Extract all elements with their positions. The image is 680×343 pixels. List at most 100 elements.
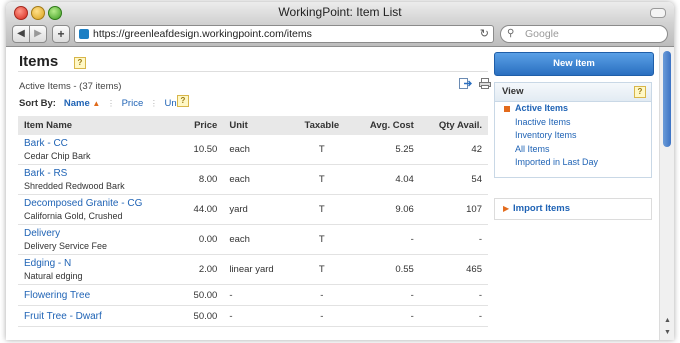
item-name-link[interactable]: Bark - CC [24,138,173,149]
item-taxable: - [292,305,351,327]
item-price: 44.00 [179,194,224,225]
item-name-link[interactable]: Delivery [24,228,173,239]
search-icon: ⚲ [507,28,515,39]
export-icon[interactable] [459,78,472,89]
sort-by-label: Sort By: [19,98,56,109]
expand-arrow-icon: ▶ [503,204,510,213]
item-qty-avail: - [419,305,488,327]
table-row: Bark - RS Shredded Redwood Bark 8.00 each… [18,164,488,195]
item-name-link[interactable]: Fruit Tree - Dwarf [24,311,173,322]
item-taxable: T [292,194,351,225]
address-bar[interactable]: https://greenleafdesign.workingpoint.com… [74,25,494,43]
view-inventory-items[interactable]: Inventory Items [495,129,651,143]
item-count-label: Active Items - (37 items) [19,81,122,92]
browser-toolbar: ◀ ▶ + https://greenleafdesign.workingpoi… [6,22,674,47]
item-qty-avail: 107 [419,194,488,225]
column-header-price[interactable]: Price [179,116,224,135]
column-header-taxable[interactable]: Taxable [292,116,351,135]
close-window-button[interactable] [14,6,28,20]
column-header-unit[interactable]: Unit [223,116,293,135]
item-description: Delivery Service Fee [24,241,108,251]
page-title: Items [19,53,59,70]
item-name-link[interactable]: Flowering Tree [24,290,173,301]
view-panel-header: View ? [495,83,651,102]
view-imported-last-day[interactable]: Imported in Last Day [495,156,651,170]
item-avg-cost: - [350,224,420,255]
item-description: California Gold, Crushed [24,211,123,221]
item-qty-avail: 54 [419,164,488,195]
item-unit: linear yard [223,254,293,285]
forward-arrow-icon: ▶ [34,28,42,39]
item-description: Shredded Redwood Bark [24,181,125,191]
item-description: Natural edging [24,271,83,281]
help-icon[interactable]: ? [74,57,86,69]
item-taxable: T [292,224,351,255]
forward-button[interactable]: ▶ [29,25,47,43]
item-avg-cost: - [350,305,420,327]
table-row: Decomposed Granite - CG California Gold, … [18,194,488,225]
add-bookmark-button[interactable]: + [52,25,70,43]
item-price: 10.50 [179,135,224,165]
view-inactive-items[interactable]: Inactive Items [495,116,651,130]
sort-by-bar: Sort By: Name ▲ ⋮ Price ⋮ Unit [19,98,181,109]
search-field[interactable]: ⚲ Google [500,25,668,43]
item-avg-cost: 4.04 [350,164,420,195]
item-avg-cost: 5.25 [350,135,420,165]
table-row: Bark - CC Cedar Chip Bark 10.50 each T 5.… [18,135,488,165]
item-unit: - [223,284,293,306]
new-item-button[interactable]: New Item [494,52,654,76]
reload-icon[interactable]: ↻ [480,26,489,42]
item-qty-avail: - [419,284,488,306]
back-arrow-icon: ◀ [17,28,25,39]
column-header-item-name[interactable]: Item Name [18,116,180,135]
import-items-link[interactable]: Import Items [513,199,570,219]
item-unit: each [223,224,293,255]
item-price: 50.00 [179,305,224,327]
sort-separator: ⋮ [106,99,115,108]
item-price: 2.00 [179,254,224,285]
plus-icon: + [57,27,65,41]
item-price: 0.00 [179,224,224,255]
item-taxable: T [292,254,351,285]
column-header-avg-cost[interactable]: Avg. Cost [350,116,420,135]
sort-name-link[interactable]: Name [64,98,90,109]
view-help-icon[interactable]: ? [634,86,646,98]
scroll-down-icon[interactable]: ▼ [664,329,671,336]
minimize-window-button[interactable] [31,6,45,20]
import-items-panel[interactable]: ▶ Import Items [494,198,652,220]
item-qty-avail: 465 [419,254,488,285]
item-qty-avail: - [419,224,488,255]
zoom-window-button[interactable] [48,6,62,20]
item-unit: yard [223,194,293,225]
item-avg-cost: - [350,284,420,306]
item-name-link[interactable]: Bark - RS [24,168,173,179]
sort-help-icon[interactable]: ? [177,95,189,107]
view-panel: View ? Active Items Inactive Items Inven… [494,82,652,178]
item-name-link[interactable]: Edging - N [24,258,173,269]
table-row: Fruit Tree - Dwarf 50.00 - - - - [18,305,488,327]
title-divider [18,71,488,72]
item-unit: each [223,135,293,165]
back-button[interactable]: ◀ [12,25,30,43]
item-name-link[interactable]: Decomposed Granite - CG [24,198,173,209]
view-item-label: Active Items [515,103,569,113]
column-header-qty-avail[interactable]: Qty Avail. [419,116,488,135]
sort-separator: ⋮ [149,99,158,108]
view-panel-title: View [502,86,524,97]
view-all-items[interactable]: All Items [495,143,651,157]
toolbar-toggle-button[interactable] [650,8,666,18]
item-unit: - [223,305,293,327]
sort-price-link[interactable]: Price [122,98,144,109]
print-icon[interactable] [479,78,491,89]
table-row: Flowering Tree 50.00 - - - - [18,284,488,306]
item-taxable: T [292,135,351,165]
browser-window: WorkingPoint: Item List ◀ ▶ + https://gr… [6,2,674,340]
table-row: Delivery Delivery Service Fee 0.00 each T… [18,224,488,255]
item-taxable: - [292,284,351,306]
scroll-up-icon[interactable]: ▲ [664,317,671,324]
scrollbar-thumb[interactable] [663,51,671,147]
page-content: Items ? Active Items - (37 items) Sort B… [6,47,674,340]
table-row: Edging - N Natural edging 2.00 linear yar… [18,254,488,285]
view-active-items[interactable]: Active Items [495,102,651,116]
vertical-scrollbar[interactable]: ▲ ▼ [659,47,674,340]
